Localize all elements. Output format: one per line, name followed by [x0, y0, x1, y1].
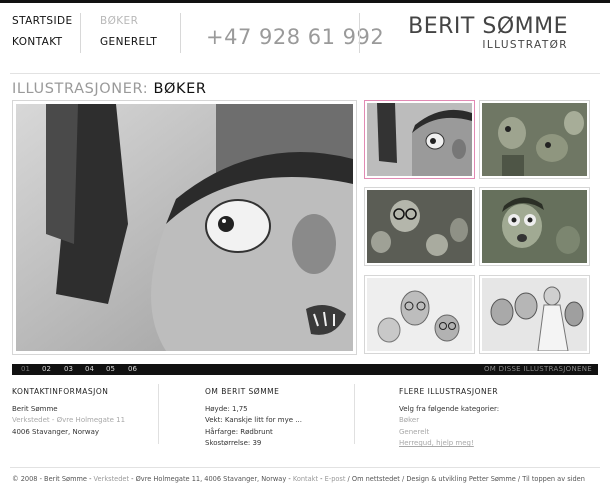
illustration-boy-scared-face-icon — [16, 104, 353, 351]
brand-name: BERIT SØMME — [408, 14, 568, 39]
pager-page-3[interactable]: 03 — [64, 364, 73, 375]
nav-boker[interactable]: BØKER — [100, 15, 157, 28]
nav-primary: STARTSIDE KONTAKT — [12, 15, 72, 57]
about-hair: Hårfarge: Rødbrunt — [205, 427, 273, 436]
copyright-address: - Øvre Holmegate 11, 4006 Stavanger, Nor… — [129, 475, 293, 483]
copyright-lead: © 2008 - Berit Sømme - — [12, 475, 94, 483]
page-title-prefix: ILLUSTRASJONER: — [12, 81, 149, 97]
footer-link-epost[interactable]: E-post — [325, 475, 346, 483]
about-height: Høyde: 1,75 — [205, 404, 248, 413]
about-illustrations-link[interactable]: OM DISSE ILLUSTRASJONENE — [484, 364, 592, 375]
nav-generelt[interactable]: GENERELT — [100, 36, 157, 49]
footer-link-kontakt[interactable]: Kontakt — [293, 475, 318, 483]
thumbnail-1[interactable] — [364, 100, 475, 179]
phone-number: +47 928 61 992 — [206, 25, 385, 49]
nav-secondary: BØKER GENERELT — [100, 15, 157, 57]
more-intro: Velg fra følgende kategorier: — [399, 404, 500, 413]
footer-divider — [10, 467, 600, 468]
thumb-crowd-faces-glasses-icon — [367, 190, 472, 263]
thumbnail-6[interactable] — [479, 275, 590, 354]
brand-subtitle: ILLUSTRATØR — [482, 39, 568, 51]
more-column: FLERE ILLUSTRASJONER Velg fra følgende k… — [399, 386, 499, 450]
phone-divider — [180, 13, 181, 53]
footer-link-design[interactable]: Design & utvikling Petter Sømme — [406, 475, 516, 483]
thumbnail-2[interactable] — [479, 100, 590, 179]
pager-page-6[interactable]: 06 — [128, 364, 137, 375]
thumbnail-4[interactable] — [479, 187, 590, 266]
pager-page-1[interactable]: 01 — [21, 364, 30, 375]
contact-name: Berit Sømme — [12, 404, 58, 413]
copyright-sep-1: - — [318, 475, 325, 483]
page-title: ILLUSTRASJONER: BØKER — [12, 81, 207, 97]
more-link-generelt[interactable]: Generelt — [399, 427, 499, 439]
thumb-scared-boy-icon — [367, 103, 472, 176]
thumb-cartoon-men-green-icon — [482, 103, 587, 176]
footer-link-verkstedet[interactable]: Verkstedet — [94, 475, 130, 483]
about-shoe: Skostørrelse: 39 — [205, 439, 262, 447]
footer-link-om[interactable]: Om nettstedet — [352, 475, 400, 483]
nav-startside[interactable]: STARTSIDE — [12, 15, 72, 28]
pager-bar: 01 02 03 04 05 06 OM DISSE ILLUSTRASJONE… — [12, 364, 598, 375]
contact-city: 4006 Stavanger, Norway — [12, 427, 100, 436]
header: STARTSIDE KONTAKT BØKER GENERELT +47 928… — [0, 3, 610, 73]
pager-page-4[interactable]: 04 — [85, 364, 94, 375]
thumbnail-3[interactable] — [364, 187, 475, 266]
brand-logo[interactable]: BERIT SØMME ILLUSTRATØR — [408, 14, 568, 52]
contact-title: KONTAKTINFORMASJON — [12, 387, 109, 396]
thumb-faces-sketch-icon — [367, 278, 472, 351]
footer-divider-1 — [158, 384, 159, 444]
header-divider — [10, 73, 600, 74]
footer-link-top[interactable]: Til toppen av siden — [522, 475, 585, 483]
thumbnail-5[interactable] — [364, 275, 475, 354]
contact-address-link[interactable]: Verkstedet - Øvre Holmegate 11 — [12, 415, 125, 427]
more-link-boker[interactable]: Bøker — [399, 415, 499, 427]
about-title: OM BERIT SØMME — [205, 387, 280, 396]
nav-divider — [80, 13, 81, 53]
page-title-main: BØKER — [153, 81, 207, 97]
about-weight: Vekt: Kanskje litt for mye ... — [205, 416, 302, 424]
contact-column: KONTAKTINFORMASJON Berit Sømme Verkstede… — [12, 386, 125, 438]
thumb-surprised-boy-green-icon — [482, 190, 587, 263]
more-title: FLERE ILLUSTRASJONER — [399, 387, 499, 396]
thumb-people-sketch-woman-icon — [482, 278, 587, 351]
about-column: OM BERIT SØMME Høyde: 1,75 Vekt: Kanskje… — [205, 386, 302, 450]
brand-divider — [359, 13, 360, 53]
pager-page-5[interactable]: 05 — [106, 364, 115, 375]
copyright-line: © 2008 - Berit Sømme - Verkstedet - Øvre… — [12, 475, 585, 483]
more-link-herregud[interactable]: Herregud, hjelp meg! — [399, 438, 499, 450]
main-illustration — [12, 100, 357, 355]
nav-kontakt[interactable]: KONTAKT — [12, 36, 72, 49]
pager-page-2[interactable]: 02 — [42, 364, 51, 375]
footer-divider-2 — [354, 384, 355, 444]
